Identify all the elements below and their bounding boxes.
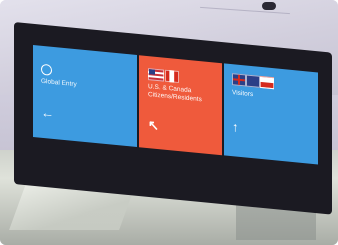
global-entry-label: Global Entry bbox=[41, 77, 77, 89]
global-entry-logo-icon bbox=[41, 63, 52, 76]
uk-flag-icon bbox=[232, 73, 246, 87]
us-canada-label-line2: Citizens/Residents bbox=[148, 91, 202, 104]
flag-icon bbox=[260, 75, 274, 90]
visitors-label: Visitors bbox=[232, 89, 254, 99]
visitors-tile: Visitors ↑ bbox=[224, 63, 318, 165]
eu-flag-icon bbox=[246, 74, 260, 88]
us-flag-icon bbox=[148, 68, 164, 82]
up-arrow-icon: ↑ bbox=[232, 119, 239, 135]
canada-flag-icon bbox=[165, 69, 179, 84]
us-canada-tile: U.S. & Canada Citizens/Residents ↖ bbox=[139, 55, 222, 156]
up-left-arrow-icon: ↖ bbox=[148, 117, 159, 134]
airport-photo: Global Entry ← U.S. & Canada Citizens/Re… bbox=[0, 0, 338, 245]
left-arrow-icon: ← bbox=[41, 104, 54, 122]
security-camera bbox=[262, 2, 276, 10]
global-entry-tile: Global Entry ← bbox=[33, 45, 137, 148]
